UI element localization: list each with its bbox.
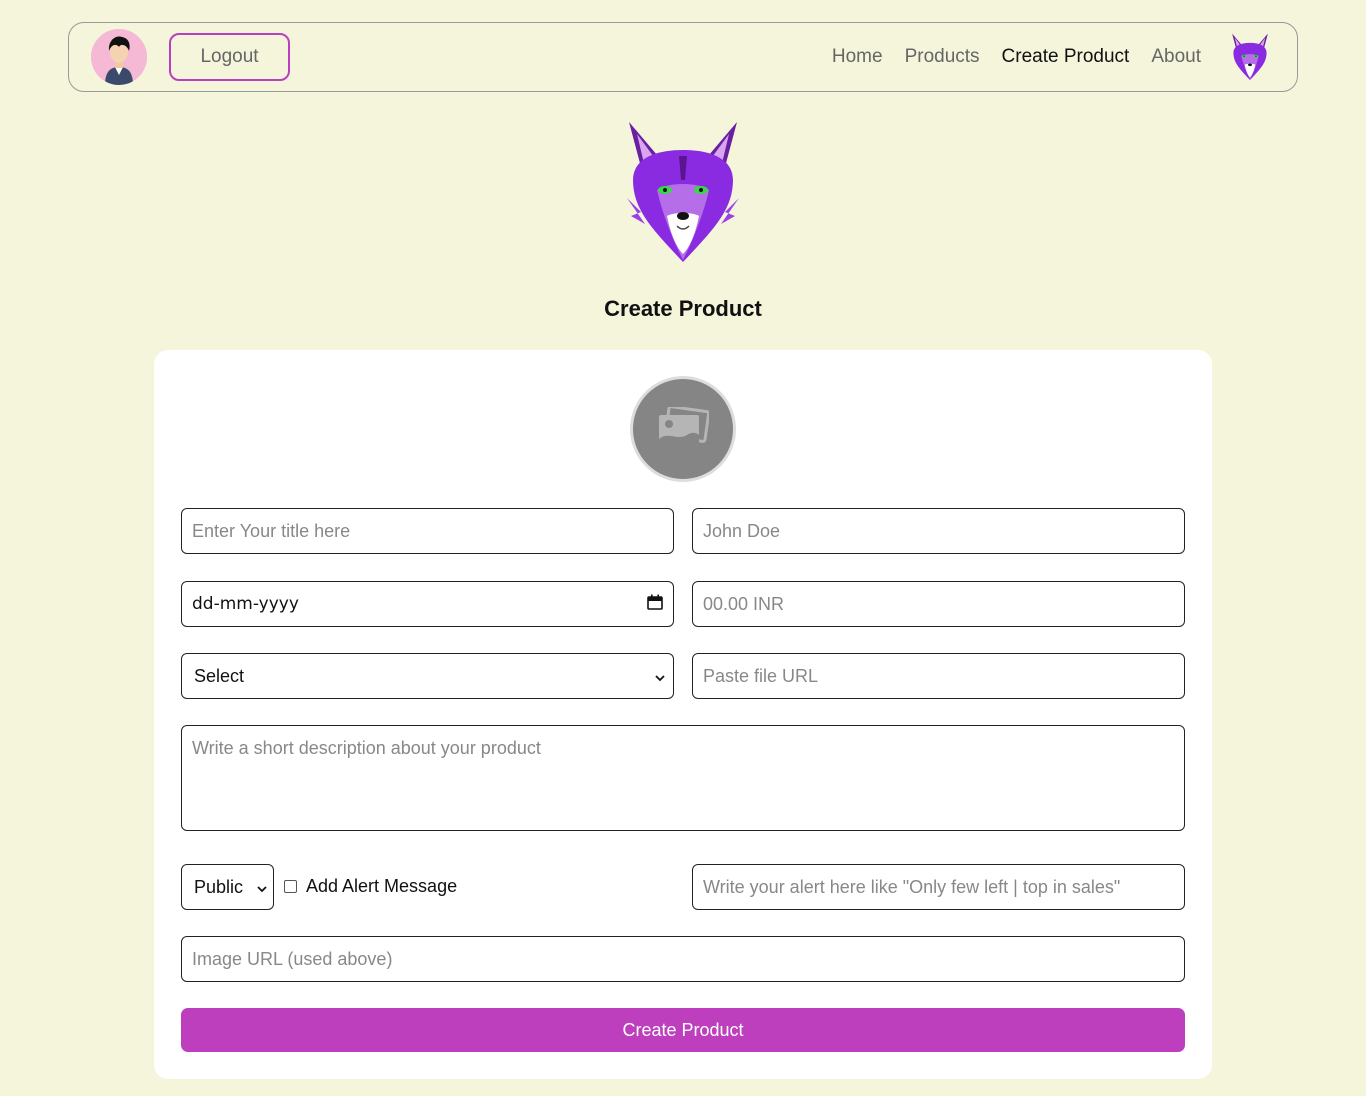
fox-hero-logo-icon: [623, 120, 743, 265]
nav-links: Home Products Create Product About: [810, 33, 1275, 81]
logout-button[interactable]: Logout: [169, 33, 290, 81]
nav-link-home[interactable]: Home: [832, 46, 883, 68]
image-url-input[interactable]: [181, 936, 1185, 982]
category-select-value: Select: [194, 665, 245, 686]
page-title: Create Product: [604, 296, 762, 321]
top-navbar: Logout Home Products Create Product Abou…: [68, 22, 1298, 92]
image-preview[interactable]: [630, 376, 736, 482]
file-url-input[interactable]: [692, 653, 1185, 699]
nav-link-about[interactable]: About: [1151, 46, 1201, 68]
date-value: dd-mm-yyyy: [192, 594, 299, 614]
add-alert-label: Add Alert Message: [306, 876, 458, 896]
chevron-down-icon: [655, 666, 665, 687]
author-input[interactable]: [692, 508, 1185, 554]
visibility-select-value: Public: [194, 876, 244, 897]
image-placeholder-icon: [659, 407, 709, 445]
calendar-icon[interactable]: [647, 594, 663, 615]
date-input[interactable]: dd-mm-yyyy: [181, 581, 674, 627]
price-input[interactable]: [692, 581, 1185, 627]
description-textarea[interactable]: [181, 725, 1185, 831]
alert-message-input[interactable]: [692, 864, 1185, 910]
create-product-button[interactable]: Create Product: [181, 1008, 1185, 1052]
title-input[interactable]: [181, 508, 674, 554]
visibility-select[interactable]: Public: [181, 864, 274, 910]
add-alert-checkbox[interactable]: [284, 880, 297, 893]
nav-link-create-product[interactable]: Create Product: [1002, 46, 1130, 68]
chevron-down-icon: [257, 877, 267, 898]
create-product-form: dd-mm-yyyy Select Public Add Alert Messa…: [154, 350, 1212, 1079]
fox-logo-icon[interactable]: [1229, 33, 1271, 81]
category-select[interactable]: Select: [181, 653, 674, 699]
nav-link-products[interactable]: Products: [905, 46, 980, 68]
user-avatar-icon[interactable]: [91, 29, 147, 85]
